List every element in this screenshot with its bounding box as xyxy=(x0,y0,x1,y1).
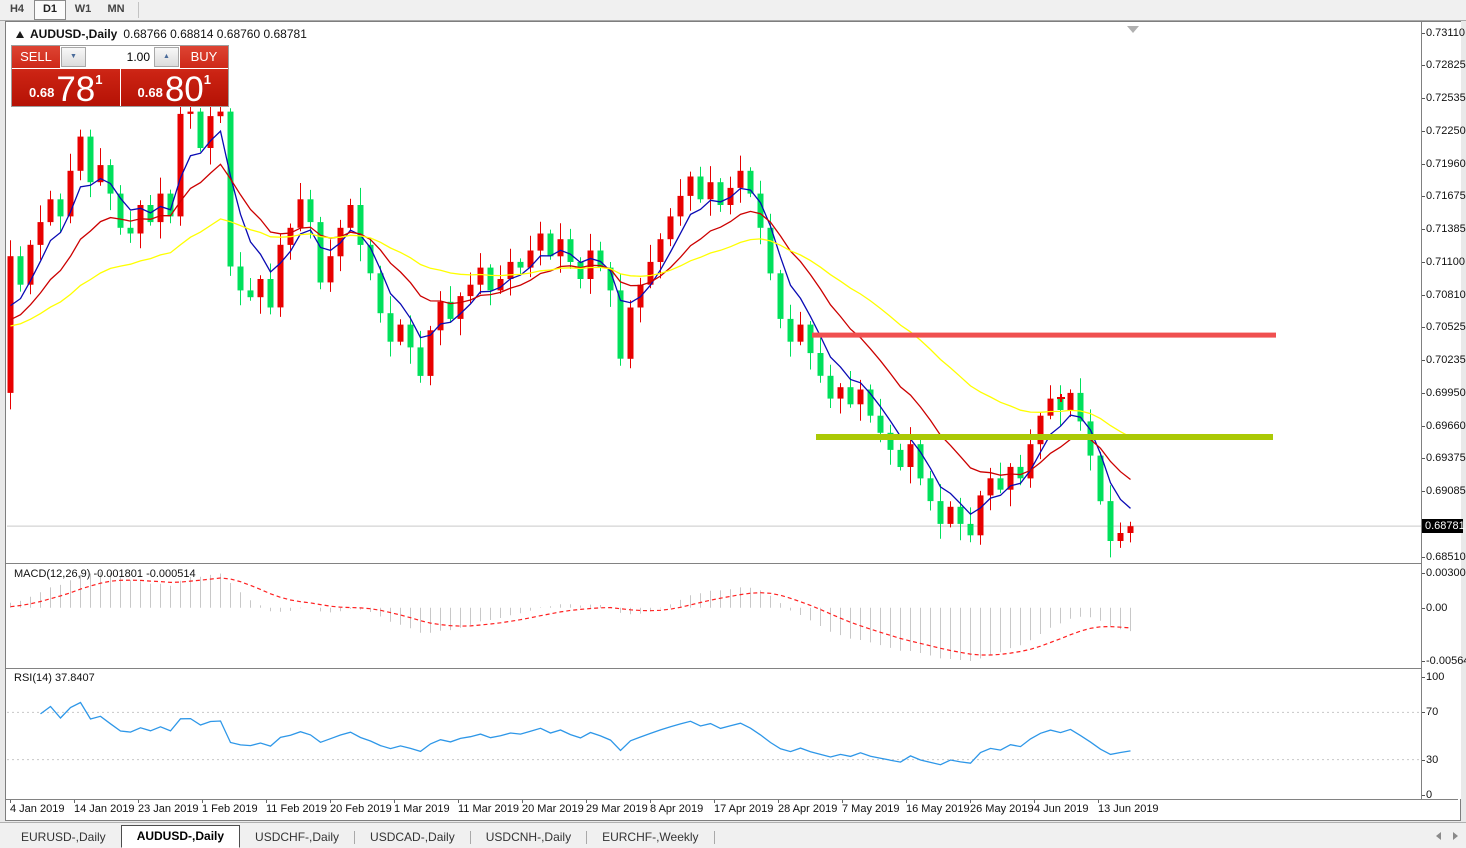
buy-button[interactable]: BUY xyxy=(180,46,228,68)
buy-price-button[interactable]: 0.68 80 1 xyxy=(121,69,229,106)
tab-eurusd-daily[interactable]: EURUSD-,Daily xyxy=(6,827,121,848)
macd-axis-label: 0.00 xyxy=(1426,602,1447,614)
price-axis[interactable]: 0.003003 0.00 -0.005648 100 70 30 0 0.73… xyxy=(1421,22,1461,799)
tab-audusd-daily[interactable]: AUDUSD-,Daily xyxy=(121,825,240,848)
tab-usdchf-daily[interactable]: USDCHF-,Daily xyxy=(240,827,354,848)
collapse-arrow-icon[interactable] xyxy=(16,31,24,38)
one-click-trading-panel: SELL ▼ ▲ BUY 0.68 78 1 0.68 80 1 xyxy=(12,46,228,106)
volume-input[interactable] xyxy=(86,47,154,67)
date-axis-label: 4 Jan 2019 xyxy=(10,803,64,815)
rsi-axis-label: 70 xyxy=(1426,706,1438,718)
tab-separator xyxy=(714,831,715,844)
volume-decrease-icon[interactable]: ▼ xyxy=(61,47,86,67)
macd-canvas[interactable] xyxy=(7,565,1421,668)
chart-shift-icon[interactable] xyxy=(1127,26,1139,33)
price-axis-label: 0.72825 xyxy=(1426,59,1466,71)
macd-signal-line xyxy=(11,578,1131,655)
date-axis-label: 7 May 2019 xyxy=(842,803,899,815)
chart-window: AUDUSD-,Daily 0.68766 0.68814 0.68760 0.… xyxy=(5,21,1461,821)
chart-tab-bar: EURUSD-,Daily AUDUSD-,Daily USDCHF-,Dail… xyxy=(0,822,1466,848)
rsi-levels xyxy=(7,712,1421,759)
date-axis-label: 26 May 2019 xyxy=(970,803,1034,815)
price-axis-label: 0.69950 xyxy=(1426,387,1466,399)
rsi-axis-label: 100 xyxy=(1426,671,1444,683)
price-axis-label: 0.72535 xyxy=(1426,92,1466,104)
timeframe-mn[interactable]: MN xyxy=(100,0,132,20)
price-axis-label: 0.70525 xyxy=(1426,321,1466,333)
rsi-axis-label: 30 xyxy=(1426,754,1438,766)
chart-ohlc-values: 0.68766 0.68814 0.68760 0.68781 xyxy=(123,27,307,41)
sell-button[interactable]: SELL xyxy=(12,46,60,68)
rsi-canvas[interactable] xyxy=(7,669,1421,799)
date-axis-label: 1 Feb 2019 xyxy=(202,803,258,815)
date-axis-label: 28 Apr 2019 xyxy=(778,803,837,815)
price-axis-label: 0.71675 xyxy=(1426,190,1466,202)
macd-histogram xyxy=(11,572,1131,661)
price-axis-label: 0.69375 xyxy=(1426,452,1466,464)
rsi-axis-label: 0 xyxy=(1426,789,1432,801)
date-axis-label: 16 May 2019 xyxy=(906,803,970,815)
price-axis-label: 0.69085 xyxy=(1426,485,1466,497)
price-axis-label: 0.68510 xyxy=(1426,551,1466,563)
date-axis-label: 23 Jan 2019 xyxy=(138,803,199,815)
date-axis-label: 13 Jun 2019 xyxy=(1098,803,1159,815)
macd-axis-label: 0.003003 xyxy=(1426,567,1466,579)
volume-stepper: ▼ ▲ xyxy=(60,46,180,68)
sell-price-button[interactable]: 0.68 78 1 xyxy=(12,69,121,106)
toolbar-divider xyxy=(138,2,139,18)
price-axis-label: 0.70810 xyxy=(1426,289,1466,301)
rsi-line xyxy=(41,703,1131,765)
price-axis-label: 0.69660 xyxy=(1426,420,1466,432)
price-axis-label: 0.72250 xyxy=(1426,125,1466,137)
tab-scroll-right-icon[interactable] xyxy=(1453,832,1458,840)
date-axis-label: 4 Jun 2019 xyxy=(1034,803,1088,815)
price-axis-label: 0.70235 xyxy=(1426,354,1466,366)
price-axis-label: 0.71960 xyxy=(1426,158,1466,170)
rsi-indicator-label: RSI(14) 37.8407 xyxy=(14,672,95,684)
date-axis-label: 29 Mar 2019 xyxy=(586,803,648,815)
volume-increase-icon[interactable]: ▲ xyxy=(154,47,179,67)
date-axis[interactable]: 4 Jan 2019 14 Jan 201923 Jan 20191 Feb 20… xyxy=(7,800,1421,819)
sell-price-pip: 1 xyxy=(95,72,102,87)
price-axis-label: 0.71100 xyxy=(1426,256,1465,268)
date-axis-label: 11 Feb 2019 xyxy=(266,803,327,815)
current-price-tag: 0.68781 xyxy=(1422,519,1463,533)
date-axis-label: 17 Apr 2019 xyxy=(714,803,773,815)
timeframe-toolbar: H4 D1 W1 MN xyxy=(0,0,1466,21)
candle-bodies xyxy=(8,112,1134,541)
date-axis-label: 20 Feb 2019 xyxy=(330,803,392,815)
buy-price-prefix: 0.68 xyxy=(138,85,163,100)
tab-usdcnh-daily[interactable]: USDCNH-,Daily xyxy=(471,827,586,848)
sell-price-prefix: 0.68 xyxy=(29,85,54,100)
timeframe-w1[interactable]: W1 xyxy=(67,0,99,20)
sell-price-big: 78 xyxy=(56,76,95,103)
tab-scroll-controls xyxy=(1436,832,1458,840)
date-axis-label: 11 Mar 2019 xyxy=(458,803,519,815)
tab-eurchf-weekly[interactable]: EURCHF-,Weekly xyxy=(587,827,713,848)
pane-splitter[interactable] xyxy=(6,563,1458,564)
chart-title-row: AUDUSD-,Daily 0.68766 0.68814 0.68760 0.… xyxy=(16,27,307,41)
date-axis-label: 1 Mar 2019 xyxy=(394,803,450,815)
tab-scroll-left-icon[interactable] xyxy=(1436,832,1441,840)
chart-symbol-title: AUDUSD-,Daily xyxy=(30,27,117,41)
tab-usdcad-daily[interactable]: USDCAD-,Daily xyxy=(355,827,470,848)
macd-indicator-label: MACD(12,26,9) -0.001801 -0.000514 xyxy=(14,568,196,580)
buy-price-big: 80 xyxy=(165,76,204,103)
date-axis-label: 14 Jan 2019 xyxy=(74,803,135,815)
date-axis-label: 20 Mar 2019 xyxy=(522,803,584,815)
macd-axis-label: -0.005648 xyxy=(1426,655,1466,667)
date-axis-label: 8 Apr 2019 xyxy=(650,803,703,815)
timeframe-h4[interactable]: H4 xyxy=(1,0,33,20)
price-axis-label: 0.71385 xyxy=(1426,223,1466,235)
trading-app: H4 D1 W1 MN AUDUSD-,Daily 0.68766 0.6881… xyxy=(0,0,1466,848)
price-axis-label: 0.73110 xyxy=(1426,27,1465,39)
buy-price-pip: 1 xyxy=(204,72,211,87)
timeframe-d1[interactable]: D1 xyxy=(34,0,66,20)
